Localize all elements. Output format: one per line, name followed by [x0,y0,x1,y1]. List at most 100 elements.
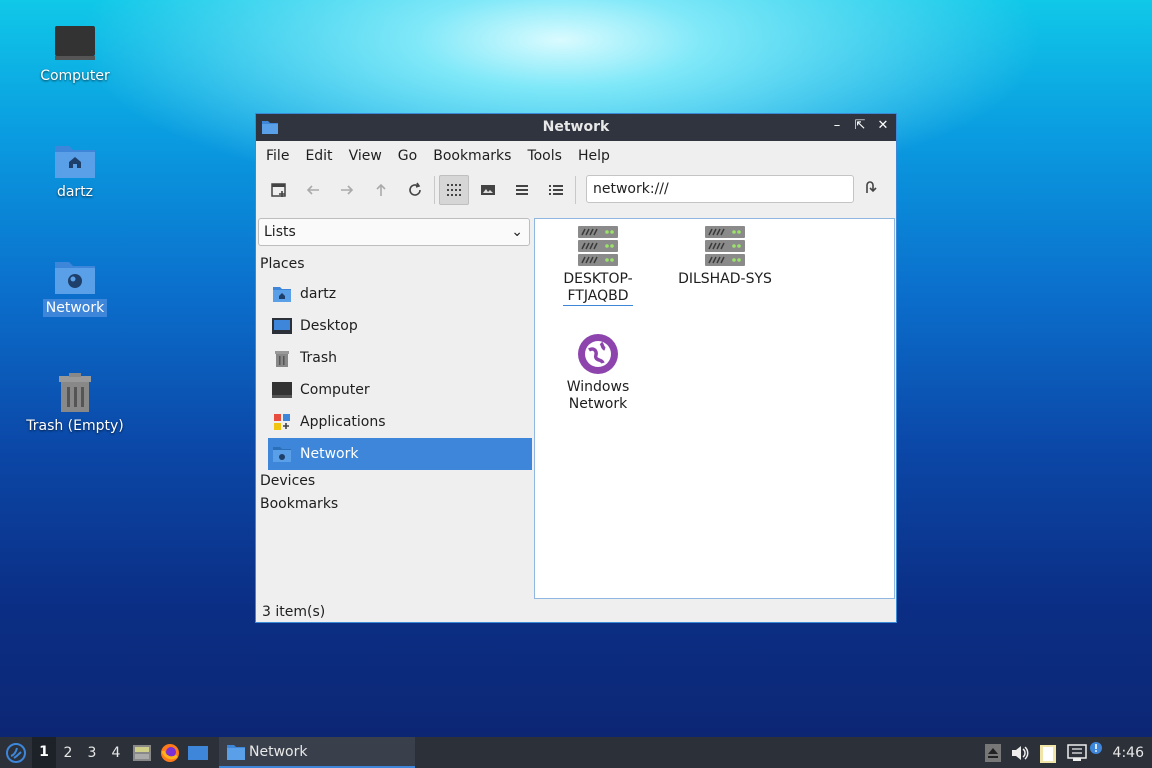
menu-view[interactable]: View [341,148,390,164]
arrow-right-icon [341,185,354,195]
grid-view-icon [447,184,461,196]
trash-icon [275,351,289,367]
minimize-icon[interactable]: – [830,118,844,134]
show-desktop-icon [188,745,208,760]
trash-icon [59,373,91,412]
desktop-icon-label: Trash (Empty) [26,418,124,434]
home-folder-icon [55,146,95,178]
new-tab-button[interactable] [264,175,294,205]
taskbar-window-network[interactable]: Network [219,737,415,768]
devices-header[interactable]: Devices [260,473,315,489]
arrow-left-icon [306,185,319,195]
sidebar-mode-value: Lists [264,224,296,240]
desktop-icon-computer[interactable]: Computer [20,24,130,84]
desktop-icon [272,318,292,334]
places-header[interactable]: Places [260,256,305,272]
new-tab-icon [271,183,286,197]
network-item-windows-network[interactable]: Windows Network [543,333,653,413]
sidebar-item-label: dartz [300,286,337,302]
sidebar-item-network[interactable]: Network [268,438,532,470]
close-icon[interactable]: ✕ [876,118,890,134]
sidebar-item-applications[interactable]: Applications [268,406,532,438]
sidebar-item-label: Computer [300,382,370,398]
menubar: File Edit View Go Bookmarks Tools Help [256,141,896,171]
reload-button[interactable] [400,175,430,205]
server-icon [705,226,745,266]
desktop-icon-label: dartz [56,184,94,200]
sidebar-item-dartz[interactable]: dartz [268,278,532,310]
network-status-icon[interactable] [1066,743,1087,762]
workspace-4[interactable]: 4 [104,745,128,761]
workspace-2[interactable]: 2 [56,745,80,761]
taskbar-window-label: Network [249,743,308,760]
chevron-down-icon: ⌄ [511,224,523,240]
desktop-icon-trash[interactable]: Trash (Empty) [20,372,130,434]
launcher-file-manager[interactable] [128,744,156,762]
window-title: Network [542,119,610,135]
sidebar-item-desktop[interactable]: Desktop [268,310,532,342]
image-icon [481,185,495,195]
clock[interactable]: 4:46 [1113,745,1144,761]
network-globe-icon [578,334,618,374]
launcher-show-desktop[interactable] [184,745,212,761]
taskbar: 1 2 3 4 Network 4:46 [0,737,1152,768]
bookmarks-header[interactable]: Bookmarks [260,496,338,512]
menu-file[interactable]: File [258,148,297,164]
icon-view-button[interactable] [439,175,469,205]
launcher-firefox[interactable] [156,743,184,763]
location-bar[interactable]: network:/// [586,175,854,203]
window-titlebar[interactable]: Network – ⇱ ✕ [256,114,896,141]
menu-go[interactable]: Go [390,148,425,164]
list-icon [516,185,528,195]
sidebar-item-label: Desktop [300,318,358,334]
applications-icon [274,414,290,430]
detail-view-button[interactable] [541,175,571,205]
file-view[interactable]: DESKTOP- FTJAQBD DILSHAD-SYS Windows Net… [534,218,895,599]
desktop-icon-label: Computer [40,68,110,84]
notification-icon[interactable] [1089,741,1103,755]
thumbnail-view-button[interactable] [473,175,503,205]
clipboard-icon[interactable] [1039,743,1057,763]
file-manager-window: Network – ⇱ ✕ File Edit View Go Bookmark… [255,113,897,623]
go-jump-icon[interactable] [862,179,878,195]
network-folder-icon [55,262,95,294]
desktop-icon-network[interactable]: Network [20,256,130,317]
sidebar: Lists ⌄ Places dartz Desktop Trash Compu… [258,218,532,600]
network-item-label: Windows Network [566,379,630,412]
workspace-3[interactable]: 3 [80,745,104,761]
sidebar-item-label: Applications [300,414,386,430]
sidebar-item-label: Network [300,446,359,462]
toolbar-separator [434,176,435,204]
eject-icon[interactable] [984,743,1001,762]
volume-icon[interactable] [1011,745,1029,761]
lubuntu-logo-icon [6,742,26,763]
computer-icon [55,26,95,60]
folder-icon [227,744,245,760]
menu-tools[interactable]: Tools [519,148,570,164]
maximize-icon[interactable]: ⇱ [853,118,867,134]
network-item-label: DILSHAD-SYS [678,271,772,287]
status-bar: 3 item(s) [262,604,326,620]
firefox-icon [161,743,179,762]
desktop-icon-dartz[interactable]: dartz [20,140,130,200]
menu-bookmarks[interactable]: Bookmarks [425,148,519,164]
sidebar-item-trash[interactable]: Trash [268,342,532,374]
back-button[interactable] [298,175,328,205]
menu-help[interactable]: Help [570,148,618,164]
system-tray: 4:46 [984,737,1152,768]
menu-edit[interactable]: Edit [297,148,340,164]
network-item-desktop-ftjaqbd[interactable]: DESKTOP- FTJAQBD [543,225,653,306]
compact-view-button[interactable] [507,175,537,205]
arrow-up-icon [376,183,386,196]
desktop-icon-label: Network [42,299,108,317]
sidebar-item-computer[interactable]: Computer [268,374,532,406]
up-button[interactable] [366,175,396,205]
sidebar-mode-select[interactable]: Lists ⌄ [258,218,530,246]
network-folder-icon [273,447,291,462]
computer-icon [272,382,292,398]
workspace-1[interactable]: 1 [32,737,56,768]
forward-button[interactable] [332,175,362,205]
reload-icon [409,182,421,196]
start-menu-button[interactable] [0,737,32,768]
network-item-dilshad-sys[interactable]: DILSHAD-SYS [670,225,780,288]
